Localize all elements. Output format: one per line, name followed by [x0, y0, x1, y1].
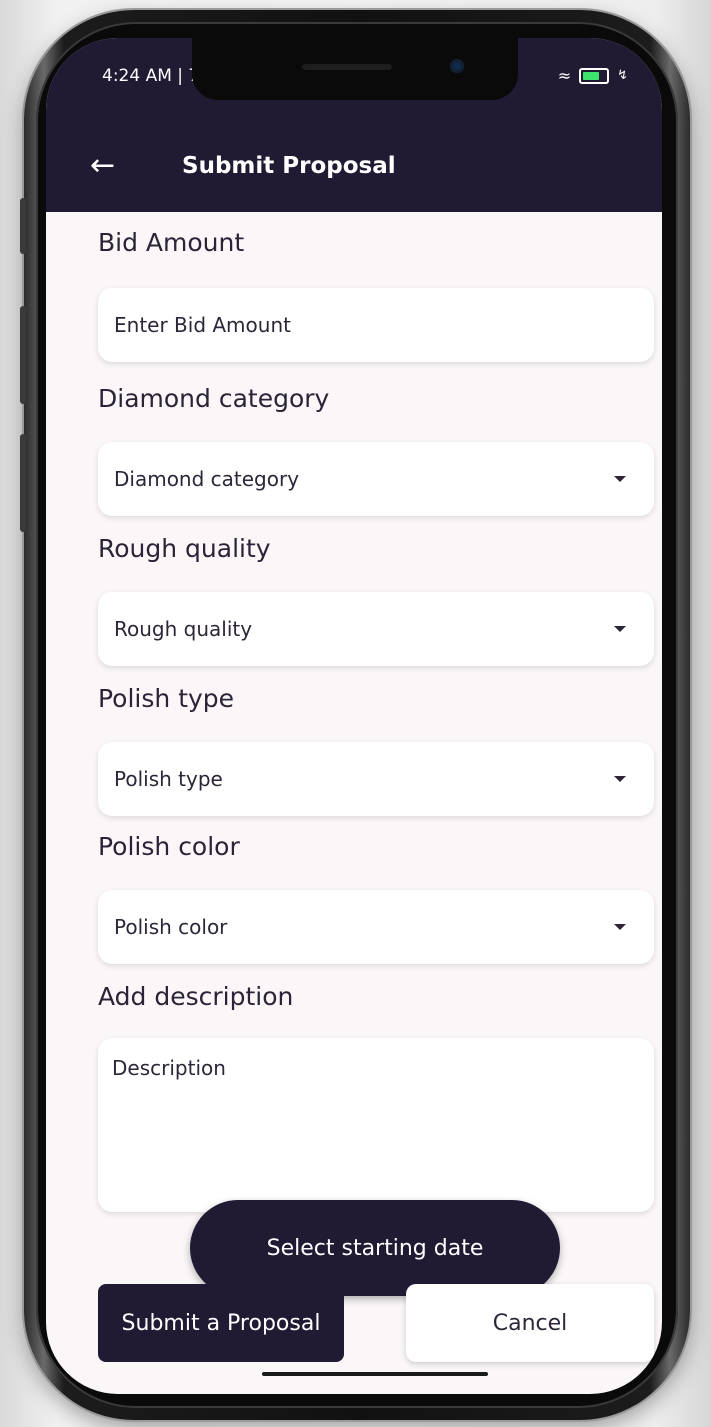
polish-type-value: Polish type [114, 767, 223, 791]
app-bar: ← Submit Proposal [46, 124, 662, 212]
cancel-button[interactable]: Cancel [406, 1284, 654, 1362]
chevron-down-icon [614, 776, 626, 782]
polish-type-dropdown[interactable]: Polish type [98, 742, 654, 816]
polish-type-label: Polish type [98, 684, 235, 713]
charging-icon: ↯ [617, 68, 628, 83]
speaker [302, 64, 392, 70]
status-time: 4:24 AM | 7 [102, 66, 200, 86]
volume-down-button [20, 434, 26, 532]
screen: 4:24 AM | 7 ≈ ↯ ← Submit Proposal Bid Am… [46, 38, 662, 1394]
polish-color-dropdown[interactable]: Polish color [98, 890, 654, 964]
chevron-down-icon [614, 476, 626, 482]
volume-up-button [20, 306, 26, 404]
status-icons: ≈ ↯ [558, 66, 628, 85]
diamond-category-label: Diamond category [98, 384, 330, 413]
description-placeholder: Description [112, 1056, 226, 1080]
submit-proposal-button[interactable]: Submit a Proposal [98, 1284, 344, 1362]
page-title: Submit Proposal [182, 153, 396, 179]
bid-amount-input[interactable]: Enter Bid Amount [98, 288, 654, 362]
polish-color-label: Polish color [98, 832, 240, 861]
wifi-icon: ≈ [557, 66, 572, 85]
bid-amount-placeholder: Enter Bid Amount [114, 313, 291, 337]
diamond-category-value: Diamond category [114, 467, 300, 491]
battery-icon [579, 67, 610, 84]
front-camera [450, 59, 464, 73]
notch [192, 38, 518, 100]
rough-quality-value: Rough quality [114, 617, 253, 641]
chevron-down-icon [614, 924, 626, 930]
mute-switch [20, 198, 26, 254]
status-bar: 4:24 AM | 7 ≈ ↯ [46, 38, 662, 124]
bid-amount-label: Bid Amount [98, 228, 245, 257]
rough-quality-label: Rough quality [98, 534, 271, 563]
cancel-label: Cancel [492, 1310, 568, 1336]
description-label: Add description [98, 982, 294, 1011]
arrow-left-icon[interactable]: ← [90, 148, 115, 184]
select-starting-date-button[interactable]: Select starting date [190, 1200, 560, 1296]
diamond-category-dropdown[interactable]: Diamond category [98, 442, 654, 516]
polish-color-value: Polish color [114, 915, 228, 939]
rough-quality-dropdown[interactable]: Rough quality [98, 592, 654, 666]
select-starting-date-label: Select starting date [266, 1235, 484, 1261]
home-indicator[interactable] [262, 1372, 488, 1376]
description-textarea[interactable]: Description [98, 1038, 654, 1212]
submit-proposal-label: Submit a Proposal [121, 1310, 321, 1336]
chevron-down-icon [614, 626, 626, 632]
